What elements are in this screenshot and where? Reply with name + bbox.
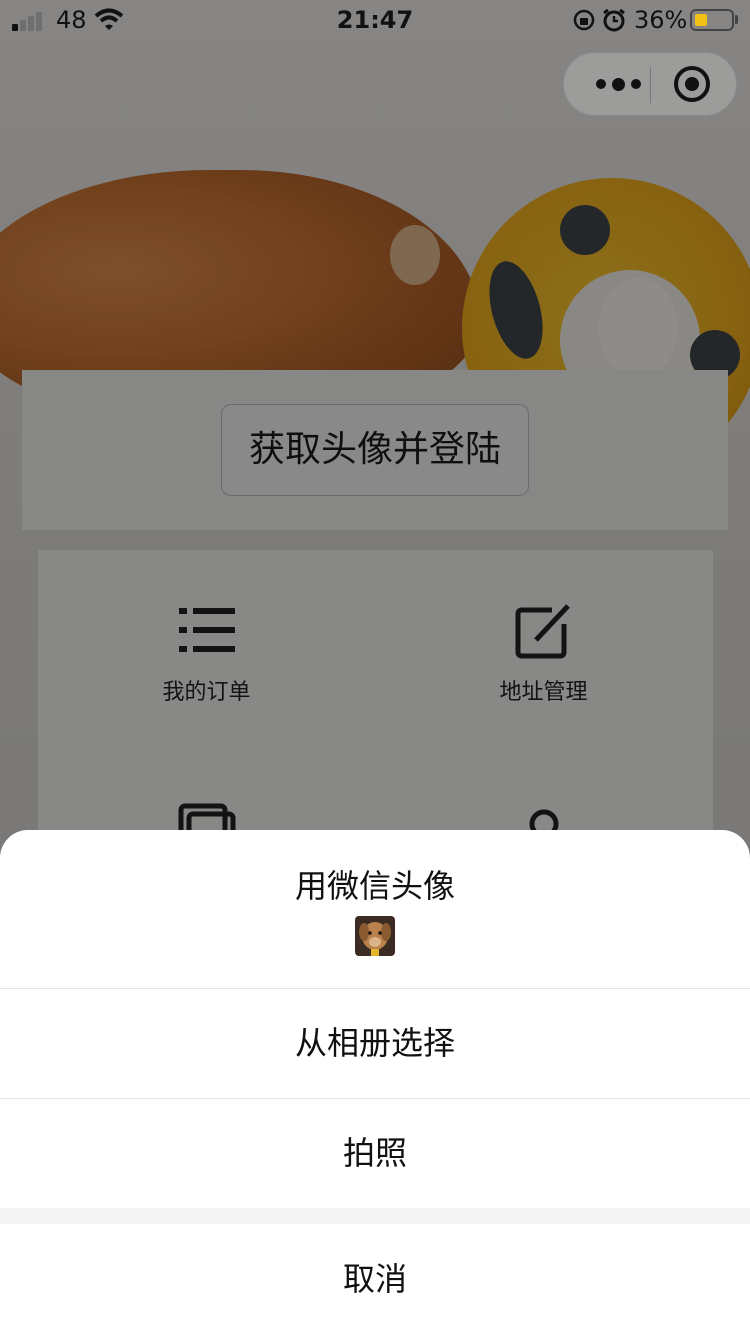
rotation-lock-alarm-icons <box>573 8 625 32</box>
choose-from-album-option[interactable]: 从相册选择 <box>0 989 750 1099</box>
target-icon[interactable] <box>674 66 710 102</box>
battery-icon <box>690 9 734 31</box>
use-wechat-avatar-option[interactable]: 用微信头像 <box>0 830 750 989</box>
battery-tip <box>735 15 738 24</box>
battery-level-fill <box>695 14 707 26</box>
wechat-avatar-thumbnail <box>355 916 395 956</box>
battery-percent: 36% <box>634 6 688 34</box>
capsule-divider <box>650 67 651 103</box>
option-label: 用微信头像 <box>294 867 455 905</box>
avatar-action-sheet: 用微信头像 从相册选择 拍照 取消 <box>0 830 750 1334</box>
more-dots-icon[interactable] <box>586 53 650 115</box>
status-bar: 48 21:47 36% <box>0 0 750 40</box>
cancel-button[interactable]: 取消 <box>0 1224 750 1334</box>
take-photo-option[interactable]: 拍照 <box>0 1099 750 1208</box>
menu-capsule <box>563 52 737 116</box>
cancel-separator <box>0 1208 750 1224</box>
